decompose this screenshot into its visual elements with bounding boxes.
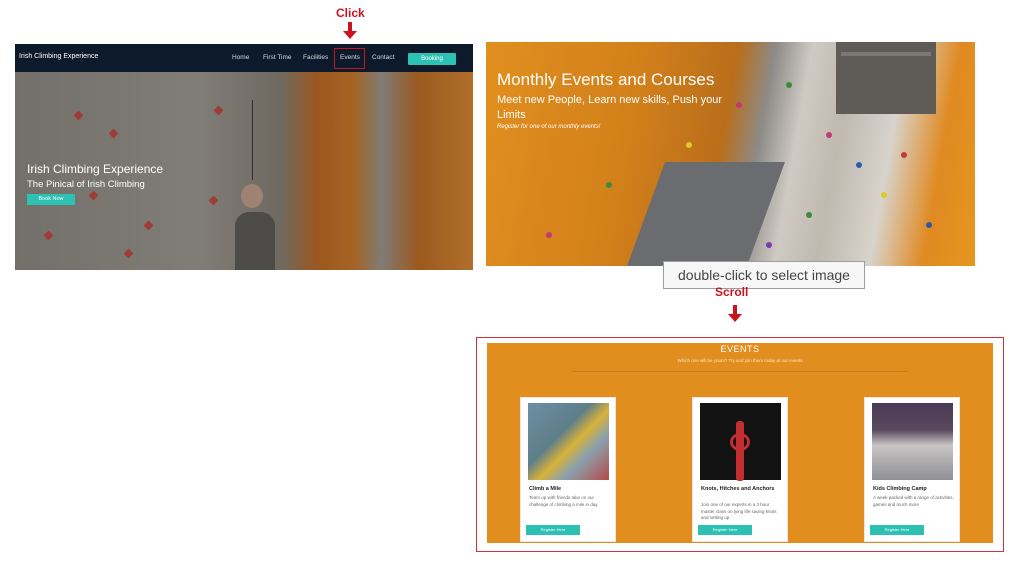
- events-subheading: Which one will be yours? Try and join th…: [677, 358, 803, 363]
- click-annotation-label: Click: [336, 6, 365, 20]
- scroll-annotation-label: Scroll: [715, 285, 749, 299]
- divider: [572, 371, 908, 372]
- events-section: EVENTS Which one will be yours? Try and …: [487, 343, 993, 543]
- booking-button[interactable]: Booking: [408, 53, 456, 65]
- book-now-button[interactable]: Book Now: [27, 194, 75, 205]
- double-click-tooltip: double-click to select image: [663, 261, 865, 289]
- events-heading: EVENTS: [720, 344, 760, 354]
- down-arrow-icon: [728, 305, 742, 322]
- rope-knot-image: [700, 403, 781, 481]
- nav-link-first-time[interactable]: First Time: [263, 54, 292, 61]
- card-description: A week packed with a range of activities…: [873, 495, 954, 507]
- events-hero-title: Monthly Events and Courses: [497, 70, 715, 89]
- events-click-highlight: [334, 48, 365, 69]
- register-button[interactable]: Register Here: [698, 525, 752, 535]
- brand-logo-text[interactable]: Irish Climbing Experience: [19, 53, 98, 60]
- card-title: Climb a Mile: [529, 486, 562, 492]
- nav-link-contact[interactable]: Contact: [372, 54, 394, 61]
- climbing-wall-image: [528, 403, 609, 480]
- card-title: Kids Climbing Camp: [873, 486, 927, 492]
- event-card-climb-a-mile: Climb a Mile Team up with friends take o…: [520, 397, 616, 542]
- nav-link-facilities[interactable]: Facilities: [303, 54, 328, 61]
- hero-title: Irish Climbing Experience: [27, 162, 164, 176]
- kids-climbing-image: [872, 403, 953, 480]
- card-description: Join one of our experts in a 3 hour mast…: [701, 502, 777, 520]
- register-button[interactable]: Register Here: [526, 525, 580, 535]
- nav-link-home[interactable]: Home: [232, 54, 249, 61]
- card-description: Team up with friends take on our challen…: [529, 495, 599, 507]
- events-hero-note: Register for one of our monthly events!: [497, 124, 601, 130]
- card-title: Knots, Hitches and Anchors: [701, 486, 775, 492]
- navbar: Irish Climbing Experience Home First Tim…: [15, 44, 473, 72]
- home-page-screenshot: Irish Climbing Experience Home First Tim…: [15, 44, 473, 270]
- hero-subtitle: The Pinical of Irish Climbing: [27, 179, 145, 190]
- event-card-knots: Knots, Hitches and Anchors Join one of o…: [692, 397, 788, 542]
- event-card-kids-camp: Kids Climbing Camp A week packed with a …: [864, 397, 960, 542]
- events-hero-screenshot: Monthly Events and Courses Meet new Peop…: [486, 42, 975, 266]
- events-hero-subtitle: Meet new People, Learn new skills, Push …: [497, 94, 723, 121]
- register-button[interactable]: Register Here: [870, 525, 924, 535]
- down-arrow-icon: [343, 22, 357, 39]
